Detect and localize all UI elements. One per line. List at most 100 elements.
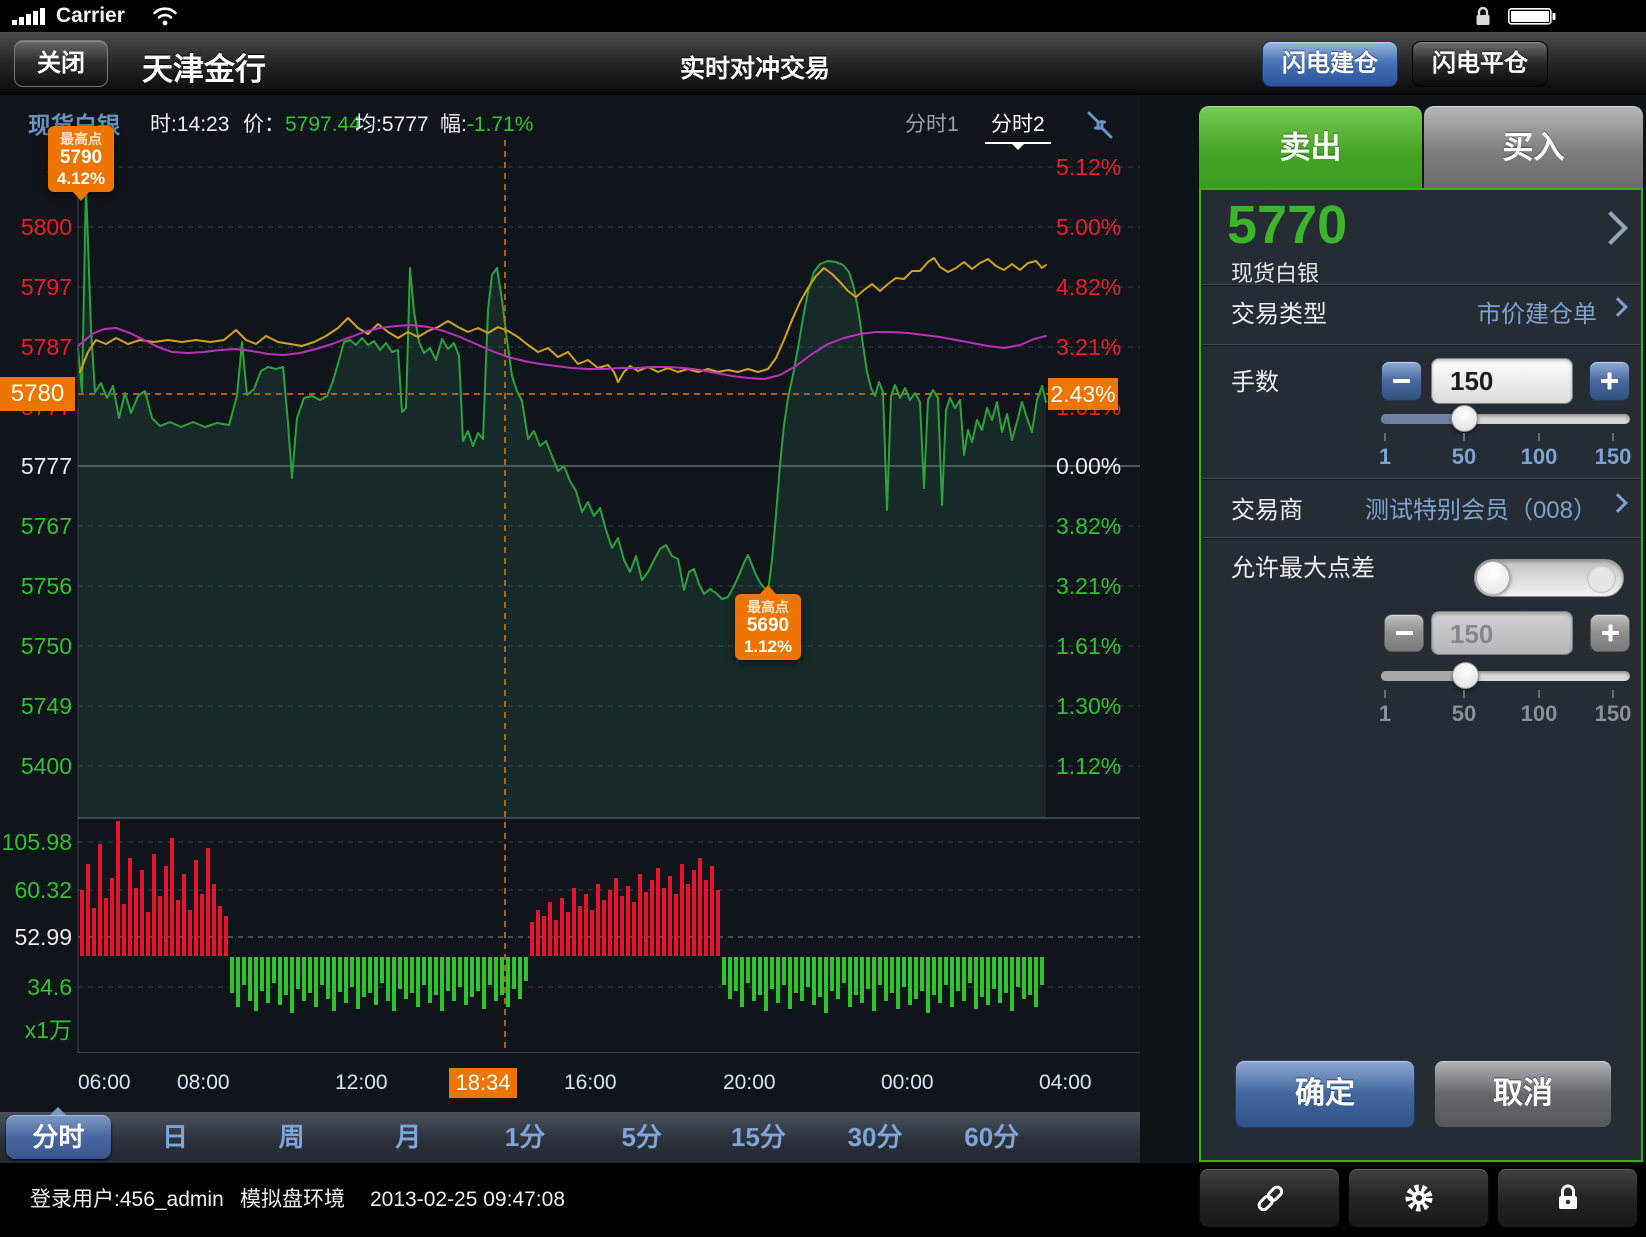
quote-avg: 均:5777 bbox=[355, 108, 429, 138]
lots-tick-1: 1 bbox=[1350, 444, 1420, 470]
period-tab-日[interactable]: 日 bbox=[117, 1112, 234, 1163]
close-button[interactable]: 关闭 bbox=[14, 40, 108, 87]
time-axis-label: 16:00 bbox=[564, 1069, 617, 1097]
lots-slider[interactable] bbox=[1381, 414, 1630, 424]
period-tab-label: 日 bbox=[162, 1122, 188, 1152]
period-tab-label: 5分 bbox=[621, 1122, 661, 1152]
quote-price: 价：5797.44 bbox=[243, 108, 361, 138]
brand-title: 天津金行 bbox=[142, 44, 266, 89]
period-tab-1分[interactable]: 1分 bbox=[467, 1112, 584, 1163]
spread-tick-100: 100 bbox=[1504, 701, 1574, 727]
link-icon bbox=[1253, 1181, 1287, 1215]
buy-tab[interactable]: 买入 bbox=[1424, 106, 1643, 190]
period-tab-30分[interactable]: 30分 bbox=[817, 1112, 934, 1163]
tick bbox=[1384, 690, 1386, 698]
tick bbox=[1538, 433, 1540, 441]
period-tab-label: 分时 bbox=[32, 1122, 84, 1152]
max-spread-toggle[interactable] bbox=[1474, 559, 1624, 597]
collapse-icon[interactable] bbox=[1086, 110, 1114, 140]
divider bbox=[1201, 478, 1641, 479]
tab-minute1[interactable]: 分时1 bbox=[905, 108, 959, 138]
app-screen: Carrier 关闭 天津金行 实时对冲交易 闪电建仓 闪电平仓 现货白银 时:… bbox=[0, 0, 1646, 1237]
trade-form: 5770 现货白银 交易类型 市价建仓单 手数 150 1 50 100 150 bbox=[1199, 188, 1643, 1162]
plus-icon bbox=[1608, 625, 1612, 642]
quote-time: 时:14:23 bbox=[150, 108, 229, 138]
toggle-knob[interactable] bbox=[1476, 561, 1510, 595]
link-button[interactable] bbox=[1199, 1168, 1340, 1228]
divider bbox=[1201, 537, 1641, 538]
confirm-button[interactable]: 确定 bbox=[1235, 1060, 1415, 1128]
status-bar: Carrier bbox=[0, 0, 1646, 32]
annotation-high: 最高点 5790 4.12% bbox=[48, 126, 114, 192]
carrier-label: Carrier bbox=[56, 4, 125, 28]
tick bbox=[1463, 433, 1465, 441]
quote-change-value: -1.71% bbox=[467, 113, 534, 136]
header-bar: 关闭 天津金行 实时对冲交易 闪电建仓 闪电平仓 bbox=[0, 32, 1646, 95]
period-tab-60分[interactable]: 60分 bbox=[933, 1112, 1050, 1163]
spread-tick-1: 1 bbox=[1350, 701, 1420, 727]
broker-label: 交易商 bbox=[1231, 490, 1303, 525]
spread-slider[interactable] bbox=[1381, 671, 1630, 681]
slider-knob[interactable] bbox=[1452, 662, 1479, 689]
quote-change-label: 幅: bbox=[440, 113, 467, 136]
quote-sell-price: 5770 bbox=[1227, 194, 1347, 256]
broker-value[interactable]: 测试特别会员（008） bbox=[1365, 490, 1597, 525]
quote-price-value: 5797.44 bbox=[285, 113, 361, 136]
toggle-ghost bbox=[1587, 564, 1616, 593]
divider bbox=[1201, 344, 1641, 345]
annotation-title: 最高点 bbox=[52, 131, 110, 147]
divider bbox=[1201, 284, 1641, 285]
period-tab-分时[interactable]: 分时 bbox=[0, 1112, 117, 1163]
annotation-title: 最高点 bbox=[739, 599, 797, 615]
signal-icon bbox=[12, 8, 52, 26]
period-tab-周[interactable]: 周 bbox=[233, 1112, 350, 1163]
footer-bar: 登录用户:456_admin 模拟盘环境 2013-02-25 09:47:08 bbox=[0, 1163, 1646, 1237]
spread-plus-button[interactable] bbox=[1590, 614, 1630, 652]
env-label: 模拟盘环境 bbox=[240, 1163, 345, 1237]
annotation-pct: 4.12% bbox=[52, 169, 110, 188]
minus-icon bbox=[1393, 379, 1410, 383]
tab-minute2[interactable]: 分时2 bbox=[985, 108, 1051, 144]
lock-button[interactable] bbox=[1497, 1168, 1638, 1228]
chevron-right-icon[interactable] bbox=[1594, 211, 1628, 245]
period-tab-bar: 分时 日 周 月1分 5分 15分 30分60分 bbox=[0, 1112, 1140, 1163]
quote-change: 幅:-1.71% bbox=[440, 108, 533, 138]
lots-input[interactable]: 150 bbox=[1431, 358, 1573, 404]
lots-plus-button[interactable] bbox=[1589, 361, 1630, 401]
page-title: 实时对冲交易 bbox=[680, 49, 830, 85]
login-user: 登录用户:456_admin bbox=[30, 1163, 224, 1237]
tick bbox=[1384, 433, 1386, 441]
lots-tick-50: 50 bbox=[1429, 444, 1499, 470]
time-axis-label: 00:00 bbox=[881, 1069, 934, 1097]
slider-knob[interactable] bbox=[1451, 405, 1478, 432]
spread-minus-button[interactable] bbox=[1384, 614, 1424, 652]
chevron-right-icon[interactable] bbox=[1608, 493, 1628, 513]
quote-price-label: 价： bbox=[243, 113, 285, 136]
order-type-value[interactable]: 市价建仓单 bbox=[1477, 294, 1597, 329]
period-tab-label: 15分 bbox=[731, 1122, 786, 1152]
max-spread-label: 允许最大点差 bbox=[1231, 548, 1375, 583]
spread-input[interactable]: 150 bbox=[1431, 611, 1573, 655]
time-axis-label: 20:00 bbox=[723, 1069, 776, 1097]
tick bbox=[1463, 690, 1465, 698]
sell-tab[interactable]: 卖出 bbox=[1199, 106, 1422, 190]
lots-minus-button[interactable] bbox=[1381, 361, 1422, 401]
settings-button[interactable] bbox=[1348, 1168, 1489, 1228]
crosshair-time-badge: 18:34 bbox=[449, 1068, 517, 1098]
spread-tick-50: 50 bbox=[1429, 701, 1499, 727]
flash-close-button[interactable]: 闪电平仓 bbox=[1412, 41, 1548, 87]
annotation-low: 最高点 5690 1.12% bbox=[735, 594, 801, 660]
tick bbox=[1612, 433, 1614, 441]
period-tab-label: 周 bbox=[279, 1122, 305, 1152]
price-chart bbox=[0, 140, 1140, 1053]
period-tab-15分[interactable]: 15分 bbox=[700, 1112, 817, 1163]
tab-minute2-label: 分时2 bbox=[991, 113, 1045, 136]
period-tab-5分[interactable]: 5分 bbox=[583, 1112, 700, 1163]
active-tab-marker bbox=[1012, 144, 1024, 150]
order-type-label: 交易类型 bbox=[1231, 294, 1327, 329]
cancel-button[interactable]: 取消 bbox=[1434, 1060, 1612, 1128]
annotation-value: 5790 bbox=[52, 147, 110, 169]
flash-open-button[interactable]: 闪电建仓 bbox=[1262, 41, 1398, 87]
chevron-right-icon[interactable] bbox=[1608, 297, 1628, 317]
period-tab-月[interactable]: 月 bbox=[350, 1112, 467, 1163]
